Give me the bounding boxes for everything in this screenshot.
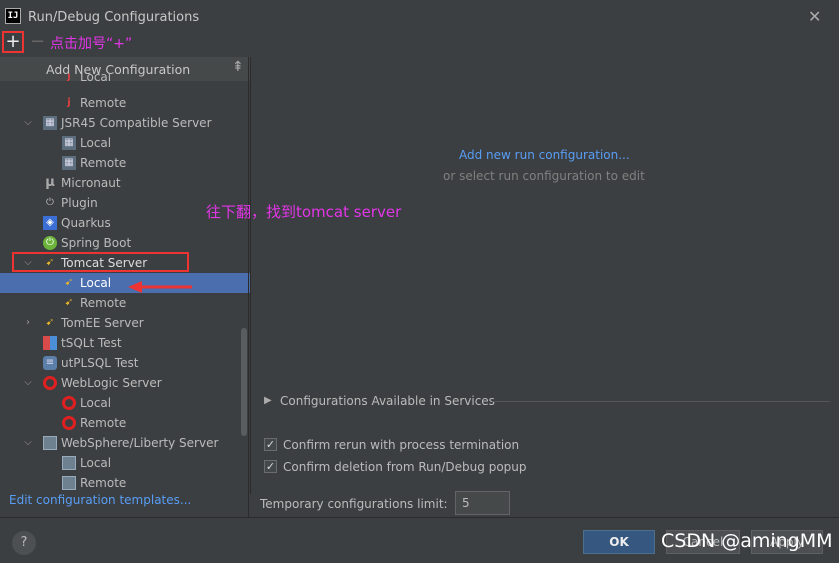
chevron-down-icon[interactable]: ⌵ <box>22 373 34 393</box>
pane-divider[interactable] <box>248 57 249 517</box>
tomee-icon: ➹ <box>45 317 55 328</box>
temp-limit-label: Temporary configurations limit: <box>260 497 448 511</box>
close-icon[interactable]: ✕ <box>808 7 821 26</box>
popup-scrollbar[interactable] <box>241 328 247 436</box>
list-item[interactable]: tSQLt Test <box>0 333 240 353</box>
list-item[interactable]: ⏻ Spring Boot <box>0 233 240 253</box>
jsr45-icon: ▦ <box>43 116 57 130</box>
tree-node-websphere[interactable]: ⌵ WebSphere/Liberty Server <box>0 433 240 453</box>
chevron-right-icon[interactable]: › <box>22 313 34 333</box>
list-item[interactable]: Remote <box>0 413 240 433</box>
utplsql-icon: ≡ <box>43 356 57 370</box>
spring-boot-icon: ⏻ <box>43 236 57 250</box>
list-item[interactable]: Local <box>0 393 240 413</box>
list-item[interactable]: ▦ Remote <box>0 153 240 173</box>
list-item[interactable]: ➹ Remote <box>0 293 240 313</box>
jsr45-icon: ▦ <box>62 136 76 150</box>
list-item[interactable]: ◈ Quarkus <box>0 213 240 233</box>
red-arrow-icon <box>128 281 192 293</box>
tomcat-icon: ➹ <box>64 277 74 288</box>
weblogic-icon <box>62 416 76 430</box>
confirm-deletion-label[interactable]: Confirm deletion from Run/Debug popup <box>283 460 527 474</box>
confirm-rerun-label[interactable]: Confirm rerun with process termination <box>283 438 519 452</box>
annotation-click-plus: 点击加号“+” <box>50 36 133 52</box>
micronaut-icon: μ <box>45 175 55 190</box>
section-divider <box>492 401 830 402</box>
chevron-down-icon[interactable]: ⌵ <box>22 433 34 453</box>
remove-configuration-button[interactable]: − <box>30 31 45 52</box>
tomcat-icon: ➹ <box>64 297 74 308</box>
annotation-scroll-down: 往下翻，找到tomcat server <box>206 203 402 221</box>
add-configuration-popup: Add New Configuration ⇞ j Local j Remote… <box>0 57 251 494</box>
jetty-icon: j <box>67 73 71 82</box>
list-item[interactable]: Local <box>0 453 240 473</box>
list-item[interactable]: μ Micronaut <box>0 173 240 193</box>
quarkus-icon: ◈ <box>43 216 57 230</box>
websphere-icon <box>62 476 76 490</box>
intellij-icon: IJ <box>5 8 21 24</box>
confirm-rerun-checkbox[interactable]: ✓ <box>264 438 277 451</box>
plugin-icon: ⏻ <box>46 197 54 208</box>
websphere-icon <box>43 436 57 450</box>
websphere-icon <box>62 456 76 470</box>
list-item-selected[interactable]: ➹ Local <box>0 273 250 293</box>
chevron-down-icon[interactable]: ⌵ <box>22 113 34 133</box>
add-new-run-configuration-link[interactable]: Add new run configuration... <box>459 148 630 162</box>
jetty-icon: j <box>67 97 71 108</box>
tree-node-weblogic[interactable]: ⌵ WebLogic Server <box>0 373 240 393</box>
weblogic-icon <box>43 376 57 390</box>
list-item[interactable]: ⏻ Plugin <box>0 193 240 213</box>
list-item[interactable]: ≡ utPLSQL Test <box>0 353 240 373</box>
tomcat-highlight-box <box>12 252 189 272</box>
list-item[interactable]: j Local <box>0 73 240 87</box>
services-section-toggle[interactable]: Configurations Available in Services <box>280 394 495 408</box>
window-title: Run/Debug Configurations <box>28 10 200 25</box>
edit-templates-link[interactable]: Edit configuration templates... <box>9 493 191 507</box>
footer-divider <box>0 517 839 518</box>
tree-node-jsr45[interactable]: ⌵ ▦ JSR45 Compatible Server <box>0 113 240 133</box>
tsqlt-icon <box>43 336 57 350</box>
list-item[interactable]: j Remote <box>0 93 240 113</box>
help-button[interactable]: ? <box>12 531 36 555</box>
weblogic-icon <box>62 396 76 410</box>
list-item[interactable]: ▦ Local <box>0 133 240 153</box>
jsr45-icon: ▦ <box>62 156 76 170</box>
ok-button[interactable]: OK <box>583 530 655 554</box>
add-configuration-button[interactable]: + <box>2 31 24 53</box>
empty-state-hint: or select run configuration to edit <box>443 169 645 183</box>
tree-node-tomee[interactable]: › ➹ TomEE Server <box>0 313 240 333</box>
list-item[interactable]: Remote <box>0 473 240 493</box>
confirm-deletion-checkbox[interactable]: ✓ <box>264 460 277 473</box>
temp-limit-input[interactable]: 5 <box>455 491 510 515</box>
watermark: CSDN @amingMM <box>661 530 833 552</box>
chevron-right-icon[interactable]: ▶ <box>264 395 272 406</box>
